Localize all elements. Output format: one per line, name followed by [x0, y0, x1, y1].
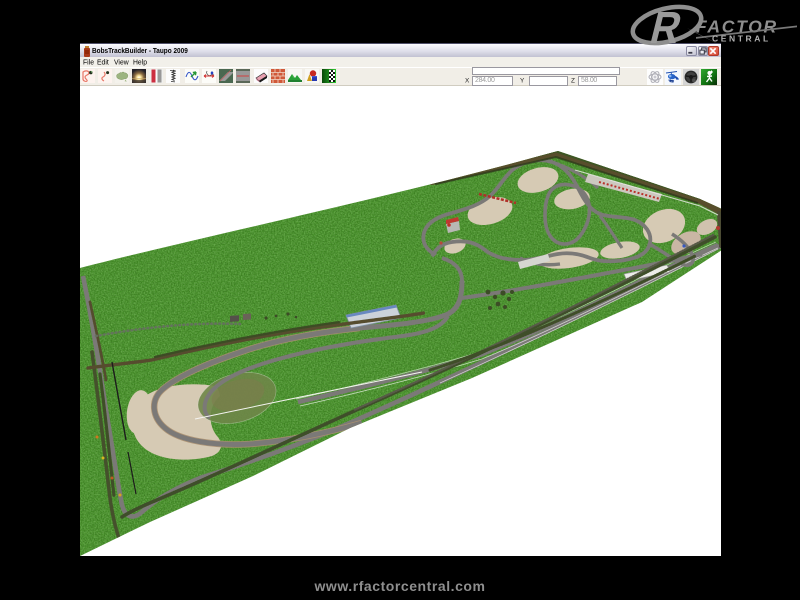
svg-text:CENTRAL: CENTRAL [712, 34, 771, 44]
